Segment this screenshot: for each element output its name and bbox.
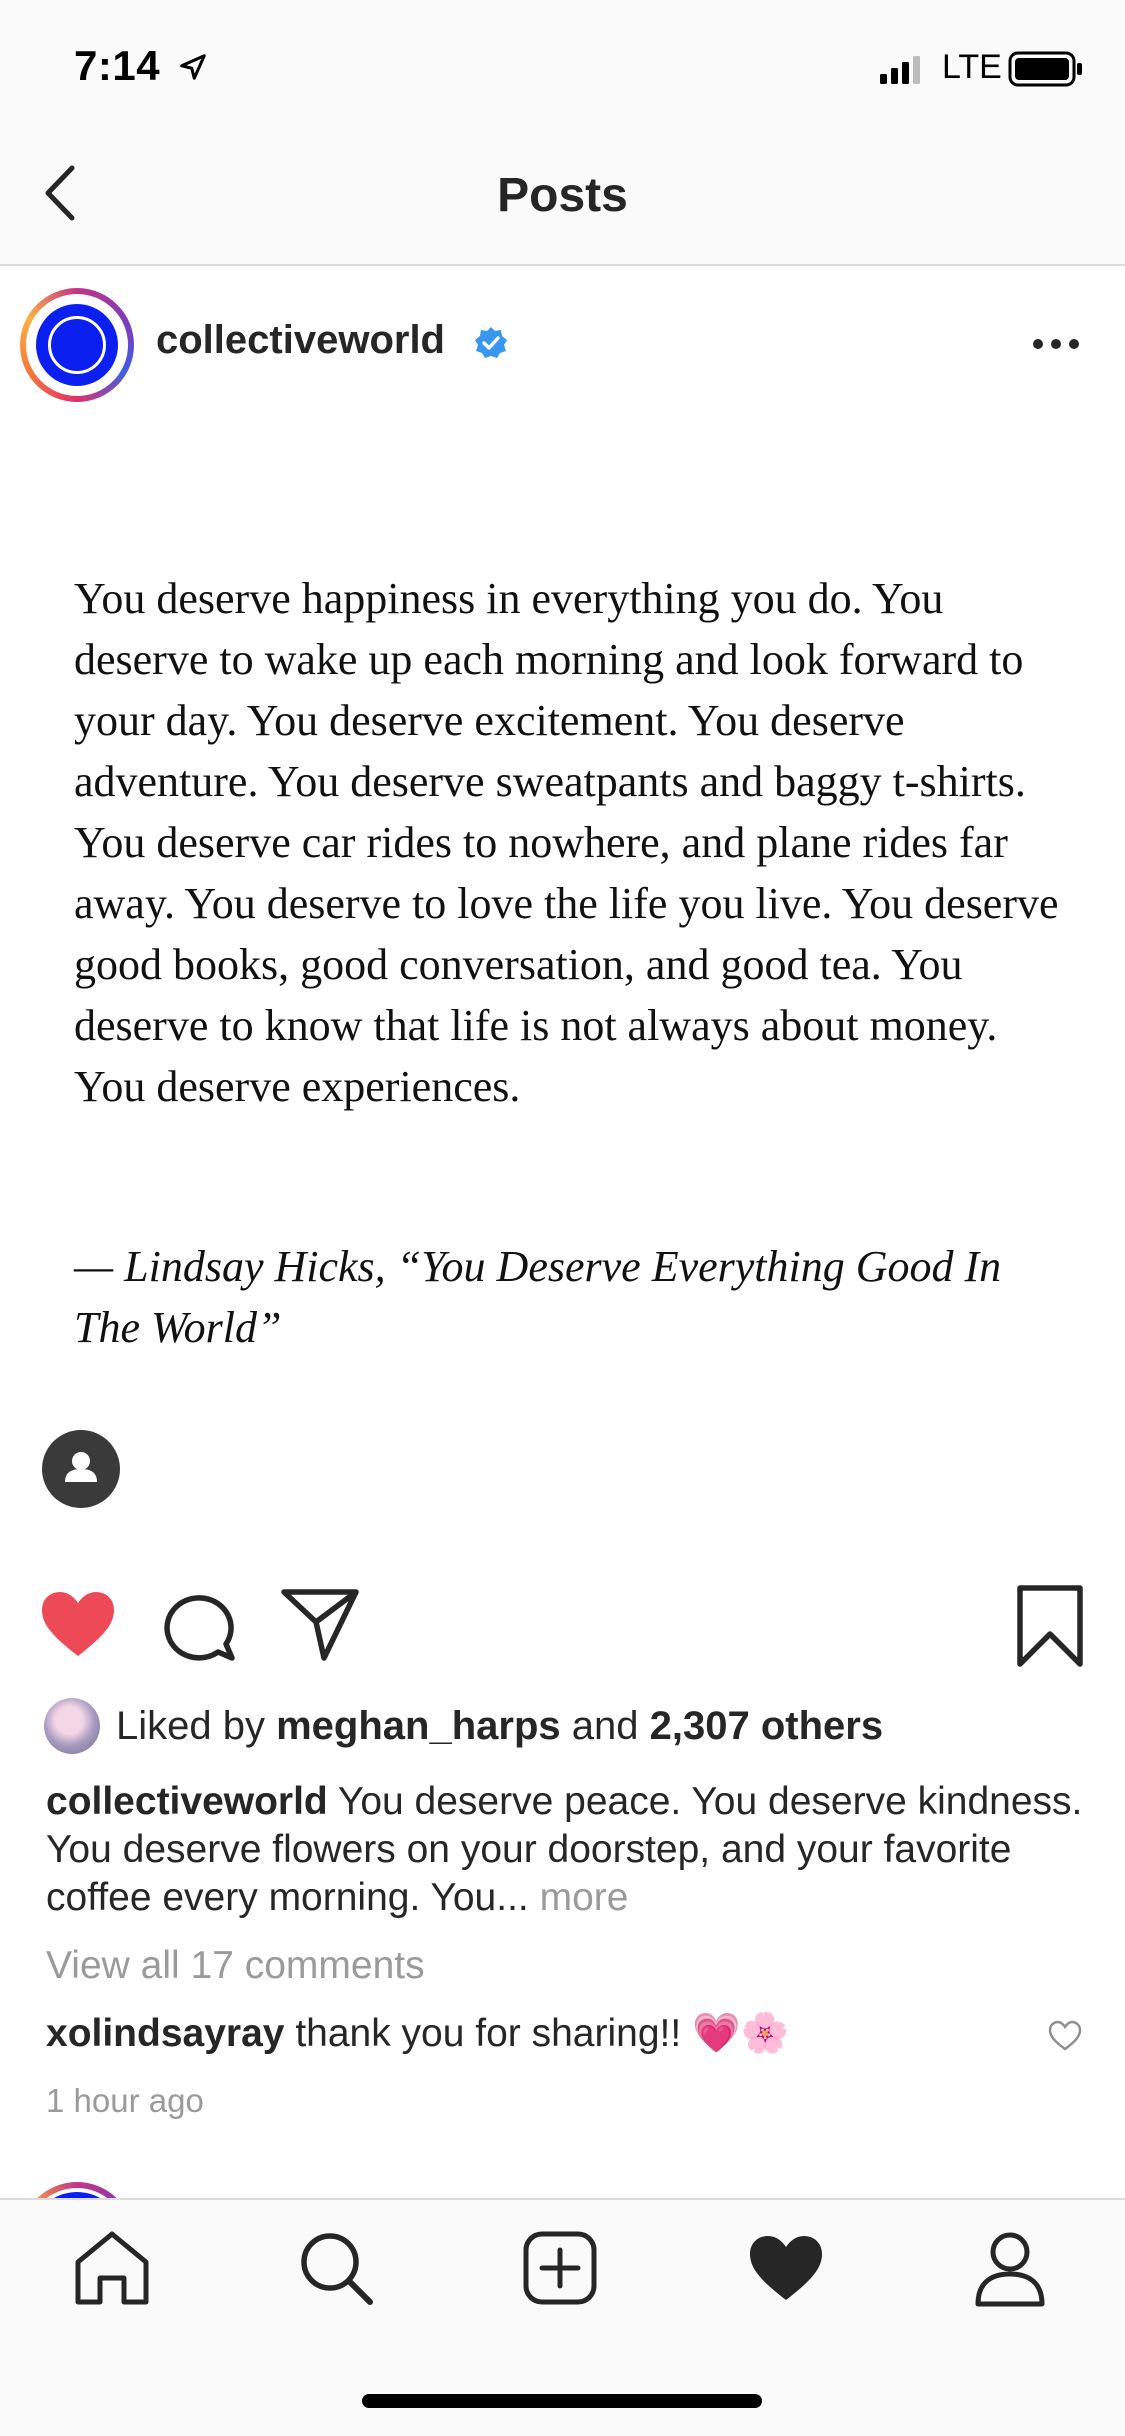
network-type: LTE xyxy=(942,48,1002,86)
activity-heart-tab-icon[interactable] xyxy=(746,2228,826,2308)
home-indicator xyxy=(362,2394,762,2408)
comment-username[interactable]: xolindsayray xyxy=(46,2012,284,2055)
view-all-comments-link[interactable]: View all 17 comments xyxy=(46,1944,425,1988)
battery-icon xyxy=(1008,51,1082,87)
save-bookmark-button[interactable] xyxy=(1010,1584,1090,1668)
comment-button[interactable] xyxy=(160,1586,240,1666)
cellular-signal-icon xyxy=(880,56,920,84)
post-author-username[interactable]: collectiveworld xyxy=(156,318,445,363)
home-tab-icon[interactable] xyxy=(72,2228,152,2308)
page-title: Posts xyxy=(497,169,628,222)
comment-text: thank you for sharing!! 💗🌸 xyxy=(295,2012,790,2055)
likes-prefix: Liked by xyxy=(116,1704,265,1748)
quote-attribution: — Lindsay Hicks, “You Deserve Everything… xyxy=(74,1242,1002,1352)
new-post-tab-icon[interactable] xyxy=(520,2228,600,2308)
status-time: 7:14 xyxy=(74,42,161,89)
user-icon xyxy=(65,1452,97,1482)
profile-tab-icon[interactable] xyxy=(970,2228,1050,2308)
liker-avatar[interactable] xyxy=(44,1698,100,1754)
comment-like-button[interactable] xyxy=(1048,2020,1082,2052)
share-button[interactable] xyxy=(280,1586,360,1662)
post-caption: collectiveworld You deserve peace. You d… xyxy=(46,1778,1086,1922)
quote-text: You deserve happiness in everything you … xyxy=(74,574,1059,1111)
more-options-button[interactable] xyxy=(1030,330,1082,358)
like-button[interactable] xyxy=(38,1588,118,1660)
likes-summary[interactable]: Liked by meghan_harps and 2,307 others xyxy=(116,1704,883,1749)
post-author-avatar[interactable] xyxy=(20,288,134,402)
caption-more-link[interactable]: more xyxy=(540,1876,629,1919)
liker-username[interactable]: meghan_harps xyxy=(276,1704,561,1748)
caption-username[interactable]: collectiveworld xyxy=(46,1780,328,1823)
location-arrow-icon xyxy=(180,54,206,80)
verified-badge-icon xyxy=(475,327,507,358)
comment-item: xolindsayray thank you for sharing!! 💗🌸 xyxy=(46,2010,789,2056)
likes-joiner: and xyxy=(571,1704,639,1748)
search-tab-icon[interactable] xyxy=(296,2228,376,2308)
likes-count[interactable]: 2,307 others xyxy=(650,1704,883,1748)
post-timestamp: 1 hour ago xyxy=(46,2082,204,2119)
tagged-users-button[interactable] xyxy=(42,1430,120,1508)
